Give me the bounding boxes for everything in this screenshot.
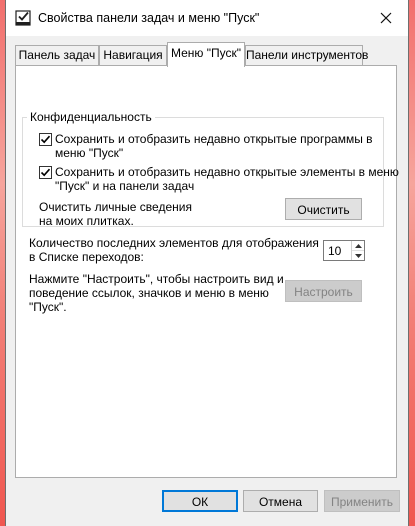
recent-programs-label-line2: меню "Пуск" <box>55 146 124 160</box>
customize-text-line1: Нажмите "Настроить", чтобы настроить вид… <box>29 272 284 286</box>
recent-items-checkbox[interactable] <box>39 166 52 179</box>
privacy-group-legend: Конфиденциальность <box>27 110 155 124</box>
clear-text-line2: на моих плитках. <box>39 214 134 228</box>
jumplist-count-stepper[interactable]: 10 <box>323 240 365 261</box>
cancel-button[interactable]: Отмена <box>243 490 318 512</box>
arrow-down-icon <box>354 253 362 258</box>
arrow-up-icon <box>354 243 362 248</box>
clear-text-line1: Очистить личные сведения <box>39 200 192 214</box>
checkmark-icon <box>40 168 51 177</box>
close-button[interactable] <box>374 6 398 30</box>
clear-button[interactable]: Очистить <box>285 198 362 220</box>
jumplist-label-line1: Количество последних элементов для отобр… <box>29 236 319 250</box>
stepper-buttons <box>351 241 364 260</box>
tab-navigation[interactable]: Навигация <box>99 45 167 65</box>
jumplist-label-line2: в Списке переходов: <box>29 250 144 264</box>
customize-text-line3: "Пуск". <box>29 300 67 314</box>
recent-items-label-line1: Сохранить и отобразить недавно открытые … <box>55 165 399 179</box>
stepper-up-button[interactable] <box>352 241 364 251</box>
taskbar-properties-icon <box>15 10 31 26</box>
customize-text-line2: поведение ссылок, значков и меню в меню <box>29 286 269 300</box>
recent-programs-checkbox[interactable] <box>39 133 52 146</box>
ok-button[interactable]: ОК <box>162 490 238 512</box>
title-bar: Свойства панели задач и меню "Пуск" <box>6 0 408 36</box>
jumplist-count-label: Количество последних элементов для отобр… <box>29 236 319 264</box>
close-icon <box>380 12 392 24</box>
recent-programs-label[interactable]: Сохранить и отобразить недавно открытые … <box>55 132 373 160</box>
recent-items-label[interactable]: Сохранить и отобразить недавно открытые … <box>55 165 399 193</box>
stepper-down-button[interactable] <box>352 251 364 260</box>
recent-items-label-line2: "Пуск" и на панели задач <box>55 179 195 193</box>
tab-toolbars[interactable]: Панели инструментов <box>245 45 368 65</box>
window-title: Свойства панели задач и меню "Пуск" <box>38 11 260 25</box>
recent-programs-label-line1: Сохранить и отобразить недавно открытые … <box>55 132 373 146</box>
tab-start-menu[interactable]: Меню "Пуск" <box>167 42 245 67</box>
tab-taskbar[interactable]: Панель задач <box>15 45 99 65</box>
customize-button[interactable]: Настроить <box>285 280 362 302</box>
checkmark-icon <box>40 135 51 144</box>
apply-button[interactable]: Применить <box>324 490 400 512</box>
customize-text: Нажмите "Настроить", чтобы настроить вид… <box>29 272 284 314</box>
jumplist-count-value[interactable]: 10 <box>328 244 341 258</box>
clear-personal-info-text: Очистить личные сведения на моих плитках… <box>39 200 192 228</box>
